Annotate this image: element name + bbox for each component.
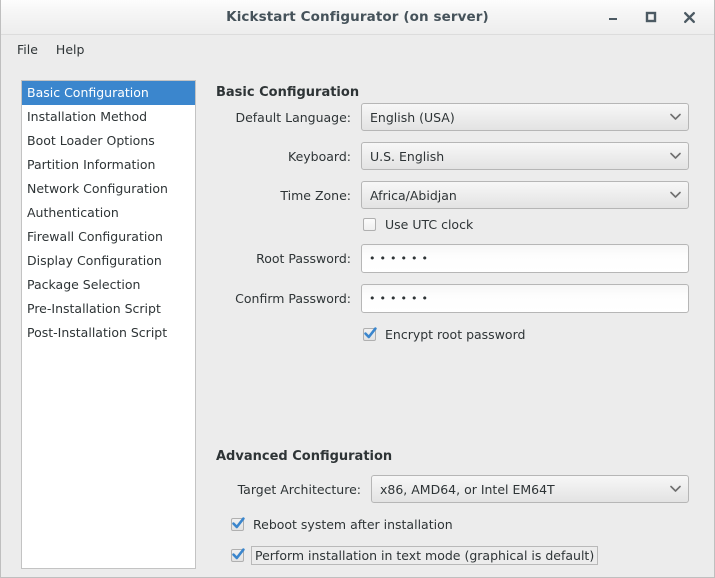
sidebar-item-pre-installation-script[interactable]: Pre-Installation Script [22, 297, 195, 321]
menu-help[interactable]: Help [47, 39, 94, 60]
settings-panel: Basic Configuration Default Language: En… [211, 63, 714, 577]
window-title: Kickstart Configurator (on server) [226, 9, 489, 25]
close-icon[interactable] [678, 6, 700, 28]
chevron-down-icon [668, 191, 682, 199]
main-content: Basic Configuration Installation Method … [1, 63, 714, 577]
sidebar-item-firewall-configuration[interactable]: Firewall Configuration [22, 225, 195, 249]
sidebar-item-authentication[interactable]: Authentication [22, 201, 195, 225]
basic-configuration-heading: Basic Configuration [216, 85, 360, 100]
encrypt-root-password-checkbox-row[interactable]: Encrypt root password [363, 327, 525, 342]
text-mode-install-checkbox-row[interactable]: Perform installation in text mode (graph… [231, 546, 599, 565]
time-zone-label: Time Zone: [280, 188, 351, 203]
confirm-password-label: Confirm Password: [235, 291, 351, 306]
menu-bar: File Help [1, 35, 714, 63]
chevron-down-icon [668, 152, 682, 160]
reboot-after-install-checkbox-row[interactable]: Reboot system after installation [231, 517, 453, 532]
root-password-value: •••••• [369, 252, 432, 265]
encrypt-root-password-label: Encrypt root password [385, 327, 526, 342]
sidebar-item-boot-loader-options[interactable]: Boot Loader Options [22, 129, 195, 153]
sidebar-item-display-configuration[interactable]: Display Configuration [22, 249, 195, 273]
time-zone-value: Africa/Abidjan [370, 187, 457, 203]
text-mode-install-label: Perform installation in text mode (graph… [251, 546, 599, 565]
minimize-icon[interactable] [602, 6, 624, 28]
maximize-icon[interactable] [640, 6, 662, 28]
window-controls [602, 0, 708, 34]
sidebar-item-installation-method[interactable]: Installation Method [22, 105, 195, 129]
use-utc-clock-checkbox[interactable] [363, 218, 376, 231]
sidebar-item-partition-information[interactable]: Partition Information [22, 153, 195, 177]
default-language-combobox[interactable]: English (USA) [361, 103, 689, 131]
default-language-value: English (USA) [370, 109, 455, 125]
encrypt-root-password-checkbox[interactable] [363, 327, 377, 341]
chevron-down-icon [668, 113, 682, 121]
sidebar-item-package-selection[interactable]: Package Selection [22, 273, 195, 297]
keyboard-combobox[interactable]: U.S. English [361, 142, 689, 170]
target-architecture-label: Target Architecture: [237, 482, 361, 497]
confirm-password-input[interactable]: •••••• [361, 284, 689, 313]
target-architecture-value: x86, AMD64, or Intel EM64T [380, 481, 555, 497]
sidebar-item-network-configuration[interactable]: Network Configuration [22, 177, 195, 201]
root-password-input[interactable]: •••••• [361, 244, 689, 273]
keyboard-label: Keyboard: [288, 149, 351, 164]
use-utc-clock-label: Use UTC clock [385, 217, 474, 232]
target-architecture-combobox[interactable]: x86, AMD64, or Intel EM64T [371, 475, 689, 503]
confirm-password-value: •••••• [369, 292, 432, 305]
default-language-label: Default Language: [235, 110, 351, 125]
sidebar-item-basic-configuration[interactable]: Basic Configuration [22, 81, 195, 105]
advanced-configuration-heading: Advanced Configuration [216, 449, 393, 464]
text-mode-install-checkbox[interactable] [231, 548, 245, 562]
sidebar-item-post-installation-script[interactable]: Post-Installation Script [22, 321, 195, 345]
time-zone-combobox[interactable]: Africa/Abidjan [361, 181, 689, 209]
root-password-label: Root Password: [256, 251, 351, 266]
chevron-down-icon [668, 485, 682, 493]
configuration-section-list[interactable]: Basic Configuration Installation Method … [21, 80, 196, 569]
use-utc-clock-checkbox-row[interactable]: Use UTC clock [363, 217, 473, 232]
application-window: Kickstart Configurator (on server) File … [0, 0, 715, 578]
reboot-after-install-checkbox[interactable] [231, 517, 245, 531]
keyboard-value: U.S. English [370, 148, 445, 164]
reboot-after-install-label: Reboot system after installation [253, 517, 453, 532]
title-bar: Kickstart Configurator (on server) [1, 0, 714, 35]
menu-file[interactable]: File [8, 39, 47, 60]
